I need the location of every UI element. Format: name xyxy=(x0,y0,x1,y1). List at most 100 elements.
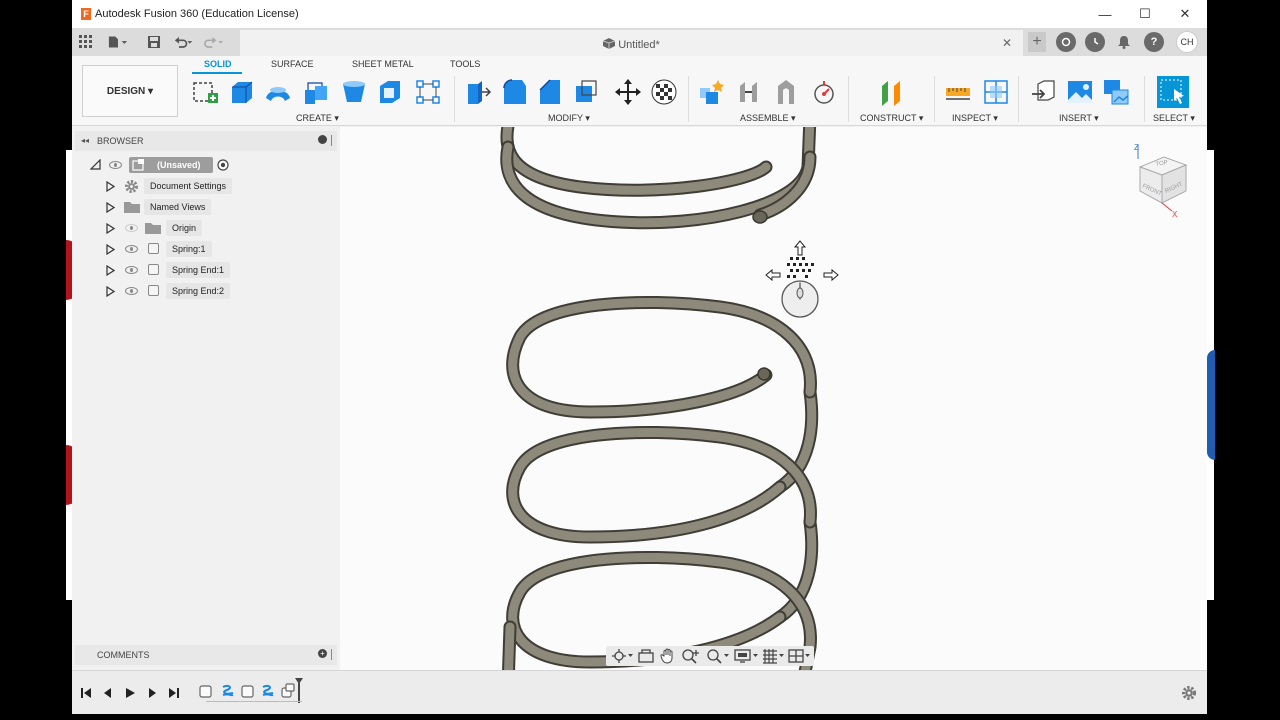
document-title: Untitled* xyxy=(618,39,660,51)
expand-arrow-icon[interactable] xyxy=(106,181,115,192)
user-avatar[interactable]: CH xyxy=(1176,31,1198,53)
expand-arrow-icon[interactable] xyxy=(106,265,115,276)
new-component-icon[interactable] xyxy=(698,78,726,106)
app-grid-icon[interactable] xyxy=(76,33,96,51)
expanded-arrow-icon[interactable] xyxy=(90,159,101,170)
minimize-button[interactable]: — xyxy=(1086,0,1124,28)
browser-options-icon[interactable] xyxy=(318,135,327,144)
sweep-icon[interactable] xyxy=(302,78,330,106)
orbit-icon[interactable] xyxy=(612,648,634,664)
help-icon[interactable]: ? xyxy=(1144,32,1164,52)
visibility-eye-icon[interactable] xyxy=(125,287,138,295)
insert-decal-icon[interactable] xyxy=(1102,78,1130,106)
redo-icon[interactable] xyxy=(204,33,224,51)
activate-radio-icon[interactable] xyxy=(217,159,229,171)
as-built-joint-icon[interactable] xyxy=(772,78,800,106)
close-tab-button[interactable]: ✕ xyxy=(1002,36,1012,50)
look-at-icon[interactable] xyxy=(638,649,654,663)
expand-arrow-icon[interactable] xyxy=(106,202,115,213)
visibility-eye-icon[interactable] xyxy=(125,245,138,253)
viewcube-z-label: Z xyxy=(1134,143,1139,152)
hidden-eye-icon[interactable] xyxy=(125,224,138,232)
workspace-switcher[interactable]: DESIGN ▾ xyxy=(82,65,178,117)
comments-pin-icon[interactable] xyxy=(331,649,332,660)
tab-solid[interactable]: SOLID xyxy=(204,59,232,69)
display-settings-icon[interactable] xyxy=(734,648,760,664)
maximize-button[interactable]: ☐ xyxy=(1126,0,1164,28)
joint-icon[interactable] xyxy=(736,78,764,106)
select-menu[interactable]: SELECT ▾ xyxy=(1153,113,1195,124)
step-forward-icon[interactable] xyxy=(146,687,158,699)
go-to-start-icon[interactable] xyxy=(80,687,92,699)
viewports-icon[interactable] xyxy=(788,648,812,664)
undo-icon[interactable] xyxy=(174,33,194,51)
document-tab[interactable]: Untitled* ✕ xyxy=(240,30,1023,56)
notifications-icon[interactable] xyxy=(1114,33,1134,51)
go-to-end-icon[interactable] xyxy=(168,687,180,699)
select-tool-icon[interactable] xyxy=(1156,75,1190,109)
play-icon[interactable] xyxy=(124,687,136,699)
3d-canvas[interactable]: Z TOP FRONT RIGHT X xyxy=(340,127,1207,670)
timeline-component-icon[interactable] xyxy=(240,683,256,699)
fillet-icon[interactable] xyxy=(500,78,528,106)
timeline-component-icon[interactable] xyxy=(198,683,214,699)
revolve-icon[interactable] xyxy=(264,78,292,106)
insert-menu[interactable]: INSERT ▾ xyxy=(1059,113,1099,124)
comments-panel-header[interactable]: COMMENTS + xyxy=(75,645,337,665)
combine-icon[interactable] xyxy=(572,78,600,106)
tree-item-label: Named Views xyxy=(144,199,212,215)
timeline-coil-icon[interactable] xyxy=(260,683,276,699)
root-component-pill[interactable]: (Unsaved) xyxy=(129,157,213,173)
viewcube[interactable]: Z TOP FRONT RIGHT X xyxy=(1128,141,1198,221)
loft-icon[interactable] xyxy=(340,78,368,106)
timeline-settings-gear-icon[interactable] xyxy=(1181,685,1197,701)
close-window-button[interactable]: ✕ xyxy=(1166,0,1204,28)
measure-icon[interactable] xyxy=(944,78,972,106)
appearance-icon[interactable] xyxy=(650,78,678,106)
insert-canvas-icon[interactable] xyxy=(1066,78,1094,106)
expand-arrow-icon[interactable] xyxy=(106,244,115,255)
fusion-window: F Autodesk Fusion 360 (Education License… xyxy=(72,0,1207,714)
fit-zoom-icon[interactable] xyxy=(706,648,730,664)
visibility-eye-icon[interactable] xyxy=(109,161,122,169)
tree-item-label: Origin xyxy=(166,220,203,236)
press-pull-icon[interactable] xyxy=(464,78,492,106)
pattern-icon[interactable] xyxy=(414,78,442,106)
section-analysis-icon[interactable] xyxy=(982,78,1010,106)
expand-arrow-icon[interactable] xyxy=(106,223,115,234)
collapse-browser-icon[interactable]: ◂◂ xyxy=(81,136,89,145)
create-sketch-icon[interactable] xyxy=(192,78,220,106)
component-root-icon xyxy=(132,159,144,171)
browser-pin-icon[interactable] xyxy=(331,135,332,146)
motion-link-icon[interactable] xyxy=(810,78,838,106)
inspect-menu[interactable]: INSPECT ▾ xyxy=(952,113,998,124)
expand-arrow-icon[interactable] xyxy=(106,286,115,297)
insert-derive-icon[interactable] xyxy=(1030,78,1058,106)
assemble-menu[interactable]: ASSEMBLE ▾ xyxy=(740,113,796,124)
modify-menu[interactable]: MODIFY ▾ xyxy=(548,113,590,124)
visibility-eye-icon[interactable] xyxy=(125,266,138,274)
construct-menu[interactable]: CONSTRUCT ▾ xyxy=(860,113,923,124)
timeline-track xyxy=(206,701,302,702)
chamfer-icon[interactable] xyxy=(536,78,564,106)
pan-hand-icon[interactable] xyxy=(660,648,676,664)
timeline-coil-icon[interactable] xyxy=(220,683,236,699)
tab-surface[interactable]: SURFACE xyxy=(271,59,314,69)
new-tab-button[interactable]: + xyxy=(1028,32,1046,52)
extensions-icon[interactable] xyxy=(1056,32,1076,52)
add-comment-icon[interactable]: + xyxy=(318,649,327,658)
timeline-bar xyxy=(72,670,1207,714)
zoom-icon[interactable] xyxy=(682,648,700,664)
create-menu[interactable]: CREATE ▾ xyxy=(296,113,339,124)
offset-plane-icon[interactable] xyxy=(878,78,906,106)
tab-tools[interactable]: TOOLS xyxy=(450,59,480,69)
file-menu-icon[interactable] xyxy=(108,33,128,51)
extrude-icon[interactable] xyxy=(228,78,256,106)
shell-icon[interactable] xyxy=(376,78,404,106)
grid-settings-icon[interactable] xyxy=(762,648,786,664)
step-back-icon[interactable] xyxy=(102,687,114,699)
job-status-icon[interactable] xyxy=(1085,32,1105,52)
tab-sheet-metal[interactable]: SHEET METAL xyxy=(352,59,414,69)
save-icon[interactable] xyxy=(144,33,164,51)
move-copy-icon[interactable] xyxy=(614,78,642,106)
